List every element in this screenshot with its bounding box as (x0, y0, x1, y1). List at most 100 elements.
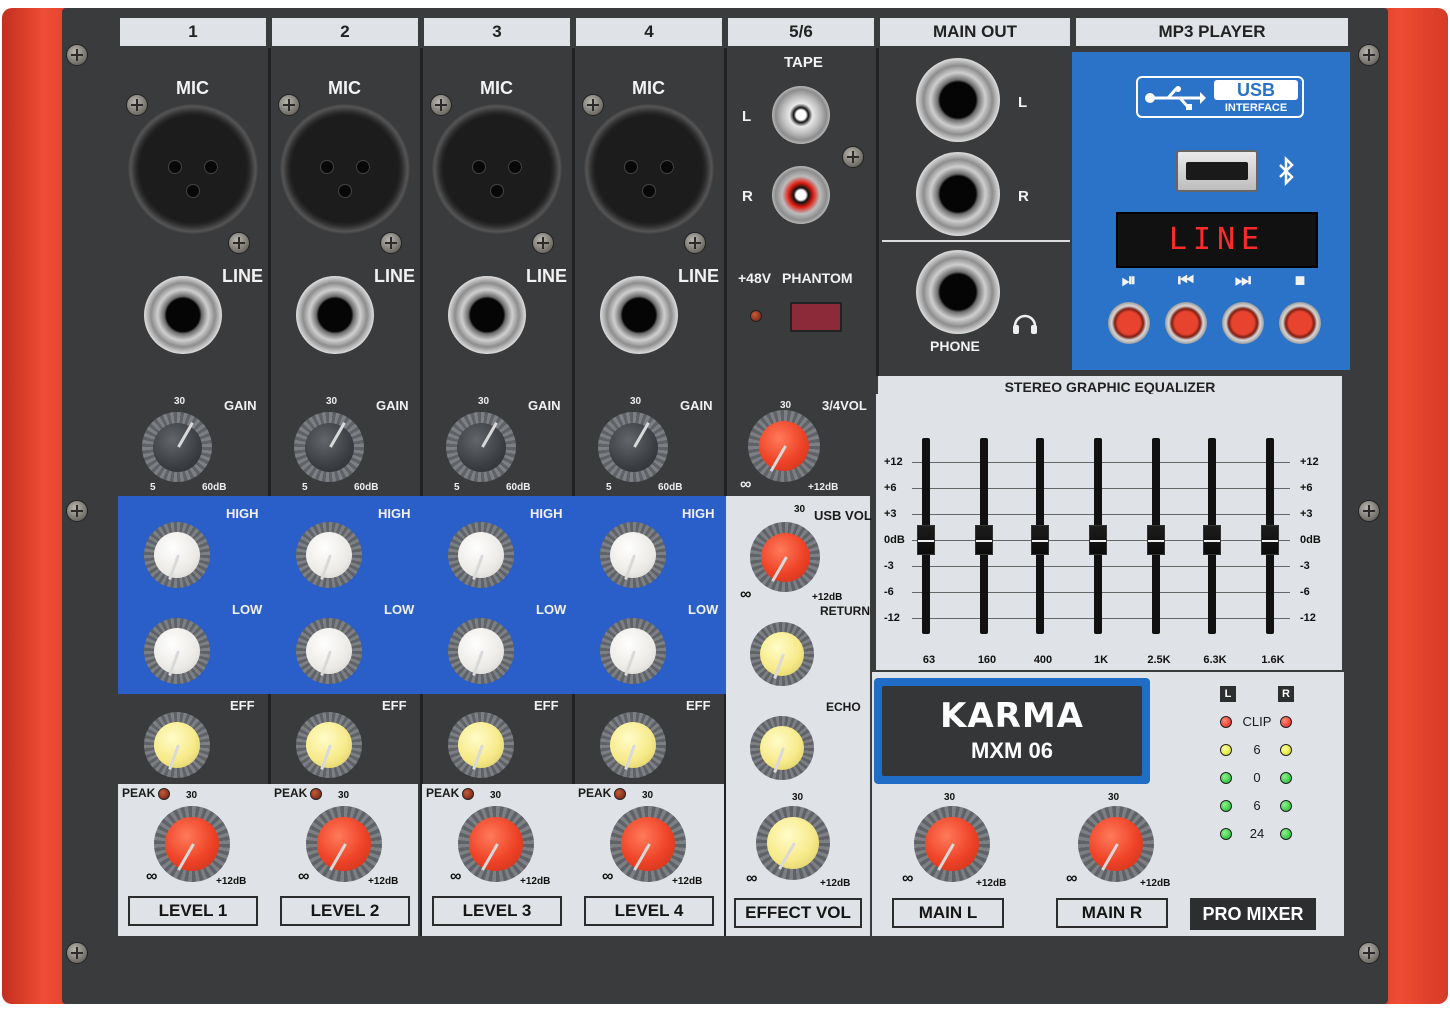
level-button[interactable]: LEVEL 2 (280, 896, 410, 926)
screw (66, 44, 88, 66)
low-eq-label: LOW (232, 602, 263, 617)
screw (684, 232, 706, 254)
level-button[interactable]: LEVEL 1 (128, 896, 258, 926)
main-r-button[interactable]: MAIN R (1056, 898, 1168, 928)
gain-min-label: 5 (302, 482, 308, 493)
screw (380, 232, 402, 254)
phantom-switch[interactable] (790, 302, 842, 332)
level-button[interactable]: LEVEL 4 (584, 896, 714, 926)
return-knob[interactable] (750, 622, 814, 686)
gain-knob[interactable] (142, 412, 212, 482)
brand-logo: KARMA (940, 696, 1084, 736)
low-eq-knob[interactable] (144, 618, 210, 684)
main-r-knob[interactable] (1078, 806, 1154, 882)
eff-send-knob[interactable] (448, 712, 514, 778)
high-eq-label: HIGH (226, 506, 259, 521)
mic-xlr-input[interactable] (280, 104, 410, 234)
eff-send-knob[interactable] (296, 712, 362, 778)
screw (278, 94, 300, 116)
level-knob[interactable] (154, 806, 230, 882)
eq-db-label-left: +12 (884, 456, 903, 468)
mic-xlr-input[interactable] (584, 104, 714, 234)
usb-vol-knob[interactable] (750, 522, 820, 592)
eq-fader-cap[interactable] (917, 525, 935, 555)
mp3-control-button[interactable] (1108, 302, 1150, 344)
high-eq-knob[interactable] (600, 522, 666, 588)
eq-fader-cap[interactable] (1147, 525, 1165, 555)
high-eq-knob[interactable] (296, 522, 362, 588)
meter-led-right (1280, 828, 1292, 840)
eq-fader-cap[interactable] (1261, 525, 1279, 555)
eff-send-knob[interactable] (144, 712, 210, 778)
line-input-jack[interactable] (296, 276, 374, 354)
line-input-jack[interactable] (600, 276, 678, 354)
gain-knob[interactable] (598, 412, 668, 482)
effect-vol-knob[interactable] (756, 806, 830, 880)
screw (1358, 44, 1380, 66)
mp3-control-button[interactable] (1279, 302, 1321, 344)
level-button[interactable]: LEVEL 3 (432, 896, 562, 926)
gain-mid-label: 30 (630, 396, 642, 407)
mic-xlr-input[interactable] (432, 104, 562, 234)
screw (1358, 942, 1380, 964)
main-l-knob[interactable] (914, 806, 990, 882)
eq-band-label: 400 (1033, 654, 1053, 666)
model-label: MXM 06 (971, 738, 1053, 763)
mp3-display: LINE (1116, 212, 1318, 268)
mp3-control-button[interactable] (1222, 302, 1264, 344)
eq-fader-cap[interactable] (975, 525, 993, 555)
line-input-jack[interactable] (448, 276, 526, 354)
level-mid-label: 30 (642, 790, 654, 801)
eq-fader-cap[interactable] (1031, 525, 1049, 555)
effect-vol-min-label: ∞ (746, 870, 758, 887)
main-out-r-label: R (1018, 188, 1029, 205)
gain-knob[interactable] (446, 412, 516, 482)
screw (842, 146, 864, 168)
eq-fader-cap[interactable] (1203, 525, 1221, 555)
phantom-led (750, 310, 762, 322)
effect-vol-button[interactable]: EFFECT VOL (734, 898, 862, 928)
low-eq-knob[interactable] (448, 618, 514, 684)
eff-label: EFF (686, 698, 711, 713)
gain-knob[interactable] (294, 412, 364, 482)
line-input-jack[interactable] (144, 276, 222, 354)
high-eq-knob[interactable] (144, 522, 210, 588)
main-out-l-jack[interactable] (916, 58, 1000, 142)
mic-xlr-input[interactable] (128, 104, 258, 234)
tape-r-rca-jack[interactable] (772, 166, 830, 224)
level-knob[interactable] (610, 806, 686, 882)
vol34-knob[interactable] (748, 410, 820, 482)
meter-step-label: CLIP (1242, 714, 1272, 729)
channel-2-header: 2 (272, 18, 418, 46)
screw (126, 94, 148, 116)
line-label: LINE (222, 266, 264, 286)
eq-band-label: 2.5K (1147, 654, 1171, 666)
eq-db-label-right: +12 (1300, 456, 1319, 468)
level-knob[interactable] (458, 806, 534, 882)
eff-send-knob[interactable] (600, 712, 666, 778)
low-eq-knob[interactable] (296, 618, 362, 684)
line-label: LINE (526, 266, 568, 286)
phone-jack[interactable] (916, 250, 1000, 334)
level-min-label: ∞ (602, 868, 614, 885)
main-l-button[interactable]: MAIN L (892, 898, 1004, 928)
main-r-mid-label: 30 (1108, 792, 1120, 803)
eq-band-label: 1K (1093, 654, 1109, 666)
main-out-r-jack[interactable] (916, 152, 1000, 236)
screw (430, 94, 452, 116)
echo-knob[interactable] (750, 716, 814, 780)
level-mid-label: 30 (186, 790, 198, 801)
eq-fader-cap[interactable] (1089, 525, 1107, 555)
tape-l-rca-jack[interactable] (772, 86, 830, 144)
eq-band-label: 6.3K (1203, 654, 1227, 666)
high-eq-knob[interactable] (448, 522, 514, 588)
meter-step-label: 0 (1253, 770, 1261, 785)
level-knob[interactable] (306, 806, 382, 882)
usb-port[interactable] (1176, 150, 1258, 192)
echo-label: ECHO (826, 700, 861, 714)
high-eq-label: HIGH (378, 506, 411, 521)
level-min-label: ∞ (146, 868, 158, 885)
mp3-control-button[interactable] (1165, 302, 1207, 344)
low-eq-knob[interactable] (600, 618, 666, 684)
eff-label: EFF (382, 698, 407, 713)
